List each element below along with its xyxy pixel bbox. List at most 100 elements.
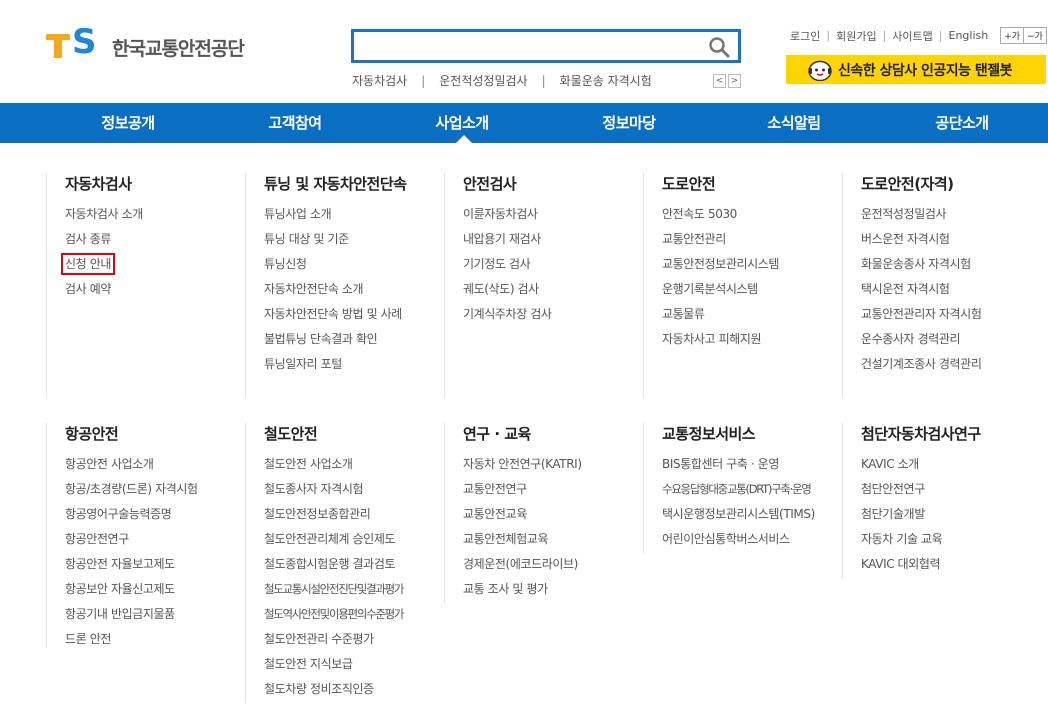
sitemap-link[interactable]: 튜닝사업 소개 bbox=[264, 207, 332, 221]
sitemap-col-road-safety-license: 도로안전(자격) 운전적성정밀검사 버스운전 자격시험 화물운송종사 자격시험 … bbox=[861, 174, 1048, 379]
sitemap-link[interactable]: 택시운전 자격시험 bbox=[861, 282, 950, 296]
keyword-link[interactable]: 화물운송 자격시험 bbox=[560, 72, 652, 89]
sitemap-link[interactable]: 철도안전정보종합관리 bbox=[264, 507, 371, 521]
sitemap-link-application-guide[interactable]: 신청 안내 bbox=[61, 253, 115, 275]
popular-keywords: 자동차검사 | 운전적성정밀검사 | 화물운송 자격시험 bbox=[352, 72, 652, 89]
sitemap-link[interactable]: 내압용기 재검사 bbox=[463, 232, 541, 246]
sitemap-col-aviation-safety: 항공안전 항공안전 사업소개 항공/초경량(드론) 자격시험 항공영어구술능력증… bbox=[65, 424, 263, 654]
sitemap-link[interactable]: 자동차 기술 교육 bbox=[861, 532, 943, 546]
sitemap-link[interactable]: 운전적성정밀검사 bbox=[861, 207, 947, 221]
sitemap-col-title[interactable]: 첨단자동차검사연구 bbox=[861, 424, 1048, 444]
sitemap-col-road-safety: 도로안전 안전속도 5030 교통안전관리 교통안전정보관리시스템 운행기록분석… bbox=[662, 174, 860, 354]
sitemap-link[interactable]: 철도종사자 자격시험 bbox=[264, 482, 364, 496]
sitemap-link[interactable]: 교통안전정보관리시스템 bbox=[662, 257, 779, 271]
chatbot-icon bbox=[808, 60, 832, 81]
sitemap-link[interactable]: 항공/초경량(드론) 자격시험 bbox=[65, 482, 198, 496]
font-increase-button[interactable]: +가 bbox=[1001, 28, 1023, 43]
sitemap-link[interactable]: KAVIC 대외협력 bbox=[861, 557, 941, 571]
sitemap-link[interactable]: 사이트맵 bbox=[892, 28, 932, 44]
sitemap-link[interactable]: 튜닝 대상 및 기준 bbox=[264, 232, 349, 246]
sitemap-link[interactable]: 자동차검사 소개 bbox=[65, 207, 143, 221]
sitemap-link[interactable]: 항공안전 사업소개 bbox=[65, 457, 154, 471]
sitemap-col-title[interactable]: 안전검사 bbox=[463, 174, 661, 194]
sitemap-link[interactable]: 철도교통시설안전진단및결과평가 bbox=[264, 582, 405, 596]
sitemap-col-title[interactable]: 도로안전(자격) bbox=[861, 174, 1048, 194]
sitemap-link[interactable]: 철도안전 사업소개 bbox=[264, 457, 353, 471]
sitemap-col-title[interactable]: 항공안전 bbox=[65, 424, 263, 444]
sitemap-link[interactable]: 자동차 안전연구(KATRI) bbox=[463, 457, 582, 471]
signup-link[interactable]: 회원가입 bbox=[836, 28, 876, 44]
sitemap-col-title[interactable]: 교통정보서비스 bbox=[662, 424, 860, 444]
font-decrease-button[interactable]: −가 bbox=[1023, 28, 1046, 43]
sitemap-link[interactable]: 이륜자동차검사 bbox=[463, 207, 538, 221]
sitemap-col-title[interactable]: 도로안전 bbox=[662, 174, 860, 194]
sitemap-link[interactable]: 항공기내 반입금지물품 bbox=[65, 607, 175, 621]
sitemap-link[interactable]: 안전속도 5030 bbox=[662, 207, 737, 221]
sitemap-link[interactable]: 경제운전(에코드라이브) bbox=[463, 557, 578, 571]
sitemap-link[interactable]: 교통안전체험교육 bbox=[463, 532, 549, 546]
sitemap-link[interactable]: 불법튜닝 단속결과 확인 bbox=[264, 332, 378, 346]
sitemap-link[interactable]: 화물운송종사 자격시험 bbox=[861, 257, 971, 271]
sitemap-link[interactable]: 튜닝신청 bbox=[264, 257, 307, 271]
sitemap-link[interactable]: 택시운행정보관리시스템(TIMS) bbox=[662, 507, 815, 521]
sitemap-link[interactable]: 철도역사안전및이용편의수준평가 bbox=[264, 607, 405, 621]
sitemap-link[interactable]: 항공안전 자율보고제도 bbox=[65, 557, 175, 571]
sitemap-link[interactable]: 철도종합시험운행 결과검토 bbox=[264, 557, 396, 571]
sitemap-col-title[interactable]: 연구 · 교육 bbox=[463, 424, 661, 444]
login-link[interactable]: 로그인 bbox=[790, 28, 820, 44]
sitemap-link[interactable]: 검사 예약 bbox=[65, 282, 111, 296]
search-icon[interactable] bbox=[708, 36, 730, 58]
sitemap-link[interactable]: 자동차사고 피해지원 bbox=[662, 332, 762, 346]
sitemap-link[interactable]: 교통안전관리자 자격시험 bbox=[861, 307, 982, 321]
sitemap-link[interactable]: 항공보안 자율신고제도 bbox=[65, 582, 175, 596]
sitemap-link[interactable]: 항공영어구술능력증명 bbox=[65, 507, 172, 521]
sitemap-col-title[interactable]: 자동차검사 bbox=[65, 174, 263, 194]
sitemap-col-tuning: 튜닝 및 자동차안전단속 튜닝사업 소개 튜닝 대상 및 기준 튜닝신청 자동차… bbox=[264, 174, 462, 379]
sitemap-col-safety-inspection: 안전검사 이륜자동차검사 내압용기 재검사 기기정도 검사 궤도(삭도) 검사 … bbox=[463, 174, 661, 329]
english-link[interactable]: English bbox=[949, 29, 989, 42]
sitemap-link[interactable]: 건설기계조종사 경력관리 bbox=[861, 357, 982, 371]
chatbot-banner[interactable]: 신속한 상담사 인공지능 탠젤봇 bbox=[786, 55, 1046, 84]
gnb-item-about[interactable]: 공단소개 bbox=[862, 103, 1048, 143]
sitemap-link[interactable]: 운수종사자 경력관리 bbox=[861, 332, 961, 346]
keyword-link[interactable]: 자동차검사 bbox=[352, 72, 407, 89]
sitemap-link[interactable]: 궤도(삭도) 검사 bbox=[463, 282, 539, 296]
sitemap-link[interactable]: 교통물류 bbox=[662, 307, 705, 321]
sitemap-link[interactable]: 드론 안전 bbox=[65, 632, 111, 646]
sitemap-link[interactable]: 운행기록분석시스템 bbox=[662, 282, 758, 296]
sitemap-link[interactable]: 교통안전연구 bbox=[463, 482, 527, 496]
sitemap-link[interactable]: 철도안전관리 수준평가 bbox=[264, 632, 374, 646]
sitemap-link[interactable]: 철도안전관리체계 승인제도 bbox=[264, 532, 396, 546]
search-input[interactable] bbox=[354, 32, 694, 60]
sitemap-link[interactable]: 자동차안전단속 방법 및 사례 bbox=[264, 307, 402, 321]
sitemap-link[interactable]: 항공안전연구 bbox=[65, 532, 129, 546]
chevron-left-icon[interactable]: < bbox=[713, 74, 726, 88]
site-logo[interactable]: S 한국교통안전공단 bbox=[46, 25, 245, 61]
sitemap-link[interactable]: 교통안전교육 bbox=[463, 507, 527, 521]
logo-s-letter: S bbox=[72, 22, 96, 62]
sitemap-link[interactable]: 철도안전 지식보급 bbox=[264, 657, 353, 671]
sitemap-col-title[interactable]: 철도안전 bbox=[264, 424, 462, 444]
keyword-link[interactable]: 운전적성정밀검사 bbox=[439, 72, 527, 89]
sitemap-link[interactable]: BIS통합센터 구축 · 운영 bbox=[662, 457, 779, 471]
sitemap-link[interactable]: 자동차안전단속 소개 bbox=[264, 282, 364, 296]
sitemap-link[interactable]: 버스운전 자격시험 bbox=[861, 232, 950, 246]
sitemap-link[interactable]: 첨단기술개발 bbox=[861, 507, 925, 521]
sitemap-link[interactable]: 기계식주차장 검사 bbox=[463, 307, 552, 321]
sitemap-link[interactable]: 검사 종류 bbox=[65, 232, 111, 246]
sitemap-link[interactable]: 철도차량 정비조직인증 bbox=[264, 682, 374, 696]
chevron-right-icon[interactable]: > bbox=[728, 74, 741, 88]
sitemap-link[interactable]: 기기정도 검사 bbox=[463, 257, 531, 271]
sitemap-col-traffic-info: 교통정보서비스 BIS통합센터 구축 · 운영 수요응답형대중교통(DRT)구축… bbox=[662, 424, 860, 554]
sitemap-col-title[interactable]: 튜닝 및 자동차안전단속 bbox=[264, 174, 462, 194]
sitemap-link[interactable]: 첨단안전연구 bbox=[861, 482, 925, 496]
sitemap-link[interactable]: 교통안전관리 bbox=[662, 232, 726, 246]
sitemap-link[interactable]: 교통 조사 및 평가 bbox=[463, 582, 548, 596]
font-size-controls: +가 −가 bbox=[1000, 27, 1047, 44]
logo-name: 한국교통안전공단 bbox=[112, 37, 245, 60]
sitemap-link[interactable]: KAVIC 소개 bbox=[861, 457, 919, 471]
utility-links: 로그인 | 회원가입 | 사이트맵 | English +가 −가 bbox=[790, 27, 1047, 44]
sitemap-link[interactable]: 수요응답형대중교통(DRT)구축·운영 bbox=[662, 482, 812, 496]
sitemap-link[interactable]: 어린이안심통학버스서비스 bbox=[662, 532, 790, 546]
sitemap-link[interactable]: 튜닝일자리 포털 bbox=[264, 357, 342, 371]
